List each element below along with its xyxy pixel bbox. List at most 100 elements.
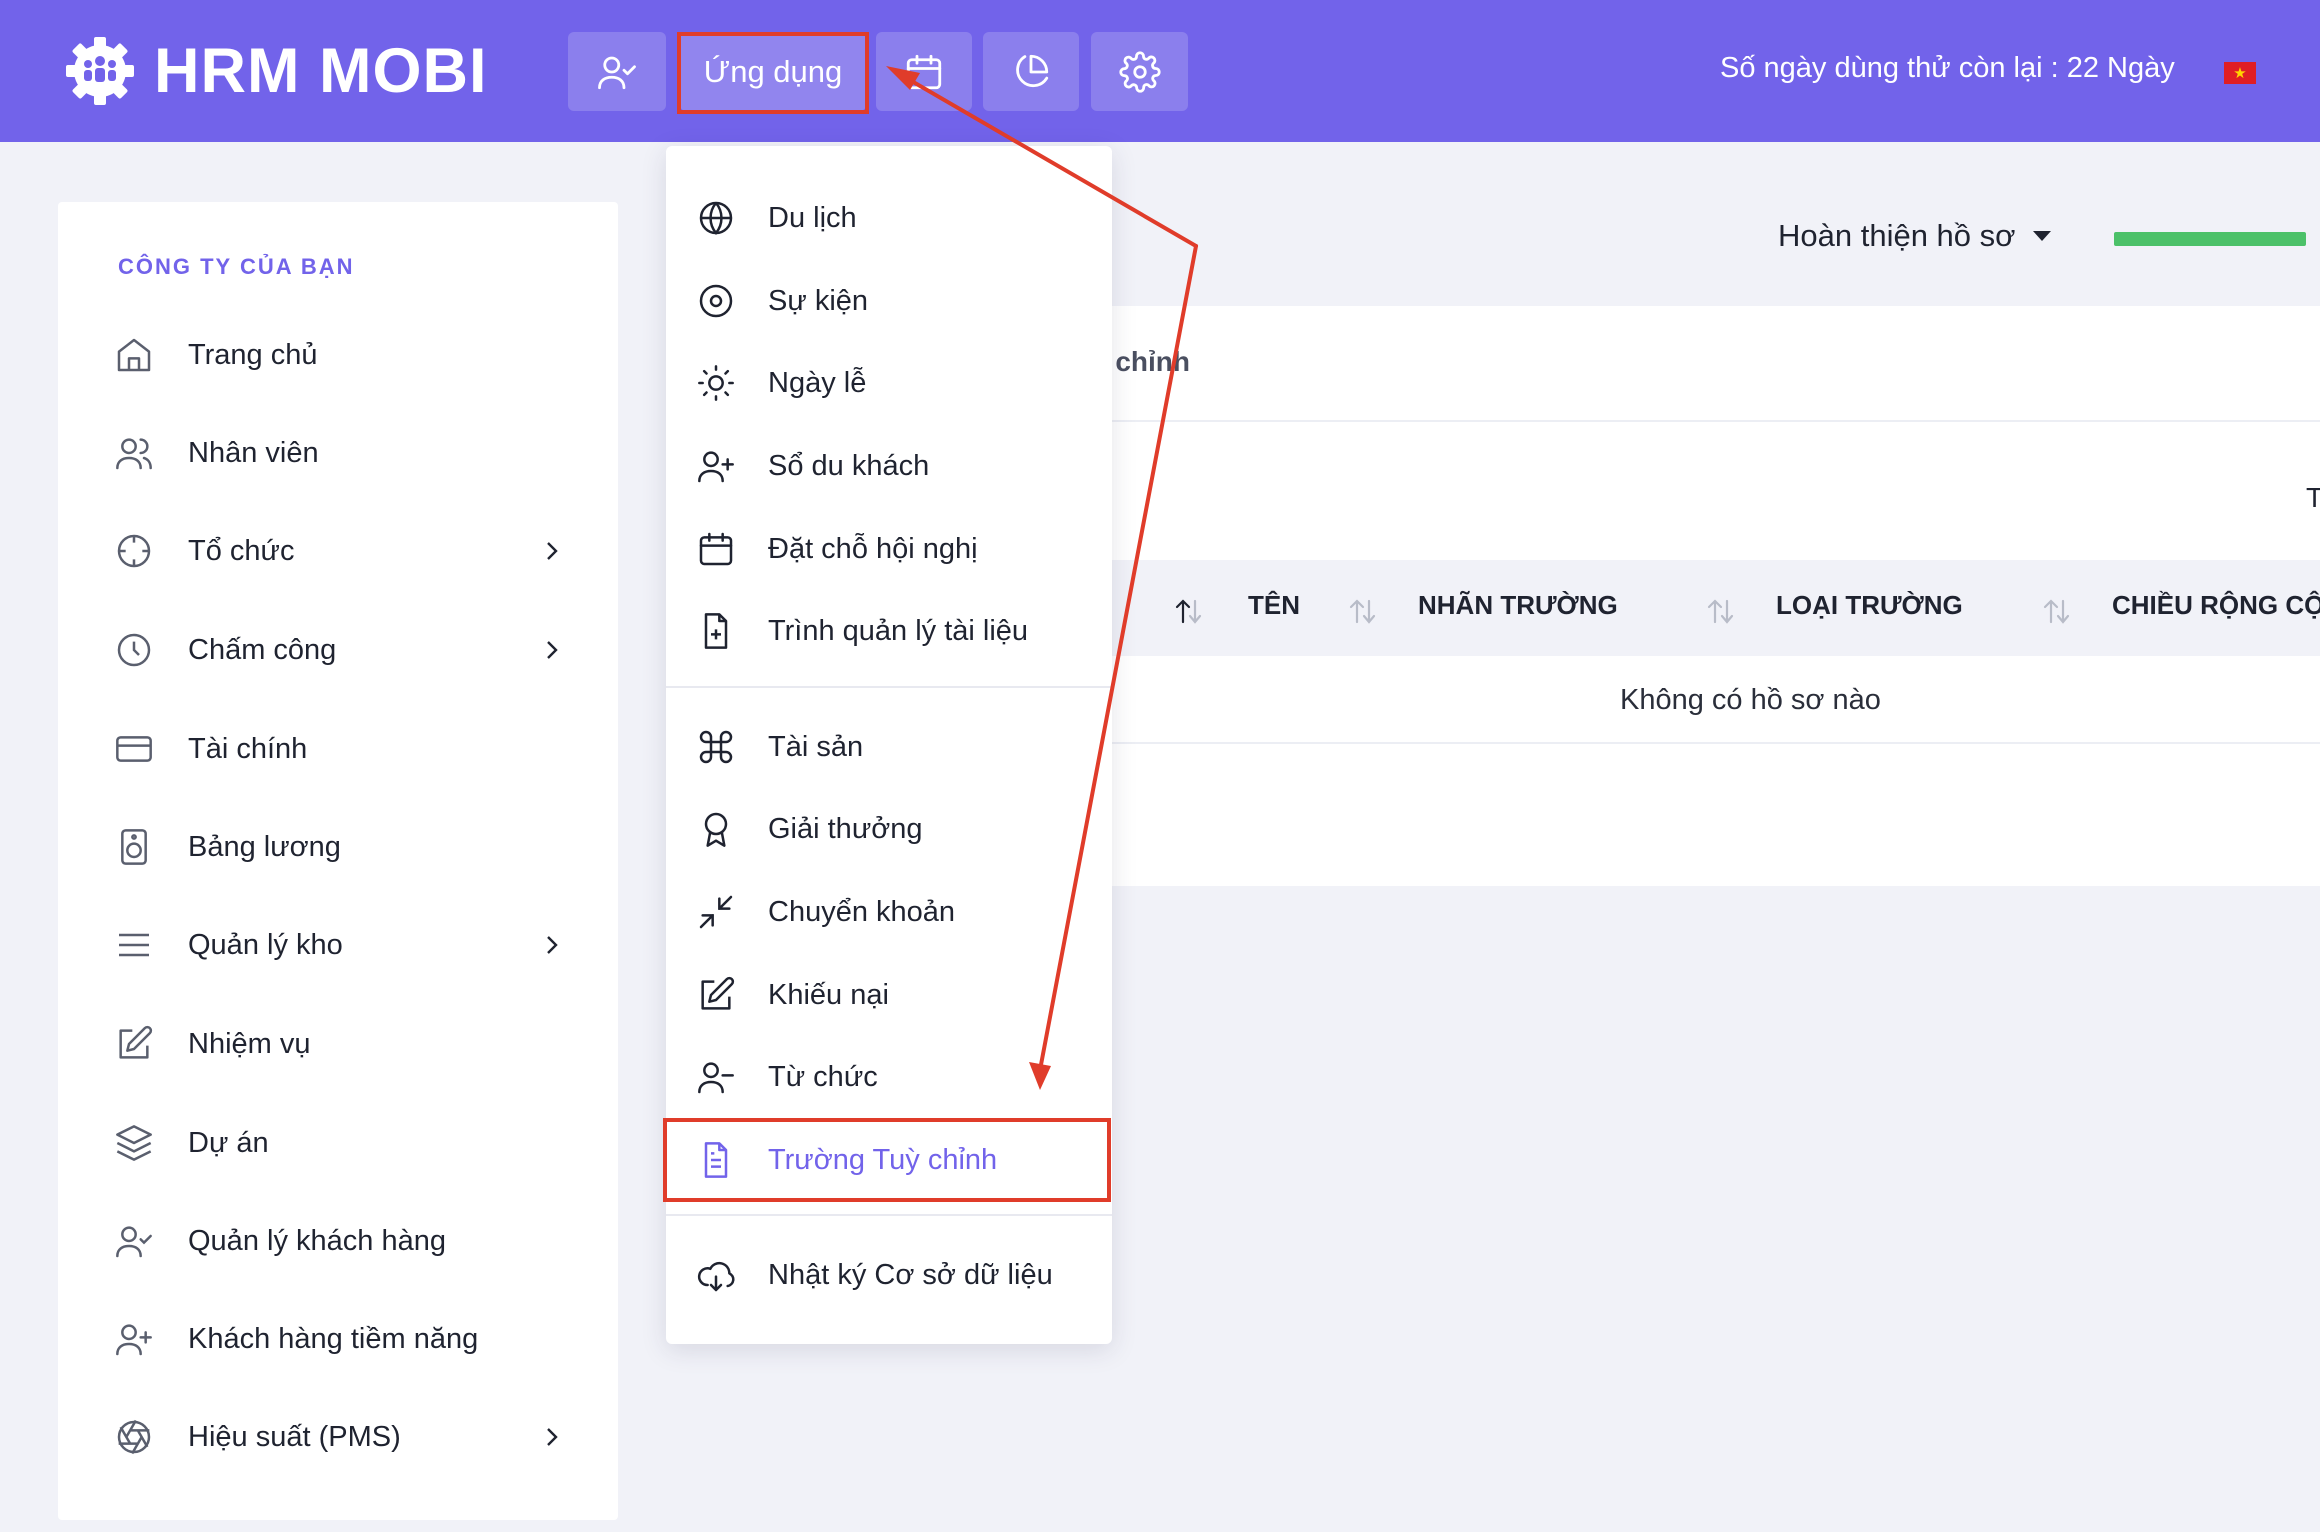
sidebar-item-payroll[interactable]: Bảng lương xyxy=(114,814,574,880)
menu-item-label: Đặt chỗ hội nghị xyxy=(768,532,978,565)
sidebar-item-label: Quản lý kho xyxy=(188,928,343,961)
command-icon xyxy=(699,730,733,764)
speaker-icon xyxy=(121,829,147,865)
sidebar-item-label: Chấm công xyxy=(188,633,337,666)
brand[interactable]: HRM MOBI xyxy=(62,36,487,106)
sort-asc-icon[interactable] xyxy=(1172,596,1206,626)
sidebar-item-home[interactable]: Trang chủ xyxy=(114,322,574,388)
menu-item-label: Sự kiện xyxy=(768,284,869,317)
toolbar-text-cut: T xyxy=(2306,482,2320,513)
column-header-column-width[interactable]: CHIỀU RỘNG CỘ xyxy=(2112,590,2320,621)
vietnam-flag-icon[interactable]: ★ xyxy=(2224,62,2256,84)
sidebar-item-organization[interactable]: Tổ chức xyxy=(114,518,574,584)
sidebar: CÔNG TY CỦA BẠN Trang chủ Nhân viên Tổ c… xyxy=(58,202,618,1520)
menu-item-transfer[interactable]: Chuyển khoản xyxy=(696,881,1086,943)
sort-icon[interactable] xyxy=(1346,596,1380,626)
sidebar-item-customers[interactable]: Quản lý khách hàng xyxy=(114,1208,574,1274)
sidebar-item-performance[interactable]: Hiệu suất (PMS) xyxy=(114,1404,574,1470)
menu-item-complaints[interactable]: Khiếu nại xyxy=(696,964,1086,1026)
user-check-icon xyxy=(598,56,636,89)
top-navbar: HRM MOBI Ứng dụng Số ngày dùng thử còn l… xyxy=(0,0,2320,142)
menu-item-label: Tài sản xyxy=(768,730,864,763)
globe-icon xyxy=(699,201,733,235)
highlight-apps-button xyxy=(677,32,869,114)
menu-item-document-manager[interactable]: Trình quản lý tài liệu xyxy=(696,600,1086,662)
menu-item-holidays[interactable]: Ngày lễ xyxy=(696,352,1086,414)
nav-employee-button[interactable] xyxy=(568,32,666,111)
sidebar-section-title: CÔNG TY CỦA BẠN xyxy=(118,254,355,279)
gear-icon xyxy=(1118,50,1161,93)
card-divider xyxy=(1060,420,2320,422)
layers-icon xyxy=(116,1125,152,1161)
trial-days-text: Số ngày dùng thử còn lại : 22 Ngày xyxy=(1720,52,2175,84)
sidebar-item-attendance[interactable]: Chấm công xyxy=(114,617,574,683)
award-icon xyxy=(704,812,728,847)
sidebar-item-inventory[interactable]: Quản lý kho xyxy=(114,912,574,978)
home-icon xyxy=(117,338,151,372)
chevron-right-icon xyxy=(547,936,558,954)
chevron-right-icon xyxy=(547,542,558,560)
menu-item-label: Ngày lễ xyxy=(768,366,867,399)
sort-icon[interactable] xyxy=(2040,596,2074,626)
disc-icon xyxy=(699,284,733,318)
menu-item-visitor-book[interactable]: Sổ du khách xyxy=(696,435,1086,497)
column-header-field-type[interactable]: LOẠI TRƯỜNG xyxy=(1776,590,1963,621)
clock-icon xyxy=(117,633,151,667)
crosshair-icon xyxy=(117,534,151,568)
caret-down-icon xyxy=(2033,231,2052,241)
sidebar-item-projects[interactable]: Dự án xyxy=(114,1110,574,1176)
menu-item-travel[interactable]: Du lịch xyxy=(696,187,1086,249)
menu-item-label: Khiếu nại xyxy=(768,978,889,1011)
sidebar-item-label: Dự án xyxy=(188,1126,269,1159)
aperture-icon xyxy=(117,1419,151,1455)
credit-card-icon xyxy=(116,736,152,762)
chevron-right-icon xyxy=(547,641,558,659)
calendar-icon xyxy=(699,532,733,566)
sidebar-item-label: Nhiệm vụ xyxy=(188,1027,311,1060)
sidebar-item-label: Khách hàng tiềm năng xyxy=(188,1322,479,1355)
highlight-custom-fields-item xyxy=(663,1118,1111,1202)
sort-icon[interactable] xyxy=(1704,596,1738,626)
column-header-name[interactable]: TÊN xyxy=(1248,590,1300,621)
empty-table-message: Không có hồ sơ nào xyxy=(1620,684,1881,716)
nav-settings-button[interactable] xyxy=(1091,32,1188,111)
nav-reports-button[interactable] xyxy=(983,32,1079,111)
menu-item-assets[interactable]: Tài sản xyxy=(696,716,1086,778)
brand-name: HRM MOBI xyxy=(154,36,488,106)
profile-progress-bar xyxy=(2114,232,2306,246)
user-check-icon xyxy=(116,1226,152,1258)
menu-item-events[interactable]: Sự kiện xyxy=(696,270,1086,332)
sidebar-item-label: Hiệu suất (PMS) xyxy=(188,1420,401,1453)
menu-item-label: Chuyển khoản xyxy=(768,895,956,928)
minimize-icon xyxy=(699,895,733,929)
sidebar-item-label: Tổ chức xyxy=(188,534,295,567)
menu-item-label: Du lịch xyxy=(768,201,857,234)
menu-item-label: Từ chức xyxy=(768,1060,878,1093)
sidebar-item-label: Quản lý khách hàng xyxy=(188,1224,446,1257)
sun-icon xyxy=(698,365,734,401)
menu-divider xyxy=(666,1214,1112,1216)
menu-item-database-log[interactable]: Nhật ký Cơ sở dữ liệu xyxy=(696,1244,1086,1306)
menu-item-resignation[interactable]: Từ chức xyxy=(696,1046,1086,1108)
profile-completion-dropdown[interactable]: Hoàn thiện hồ sơ xyxy=(1778,218,2052,254)
user-minus-icon xyxy=(698,1062,734,1094)
sidebar-item-label: Nhân viên xyxy=(188,436,319,469)
file-plus-icon xyxy=(704,613,728,649)
menu-item-awards[interactable]: Giải thưởng xyxy=(696,798,1086,860)
sidebar-item-leads[interactable]: Khách hàng tiềm năng xyxy=(114,1306,574,1372)
menu-item-label: Trình quản lý tài liệu xyxy=(768,614,1029,647)
sidebar-item-tasks[interactable]: Nhiệm vụ xyxy=(114,1011,574,1077)
menu-item-label: Sổ du khách xyxy=(768,449,930,482)
sidebar-item-employees[interactable]: Nhân viên xyxy=(114,420,574,486)
calendar-icon xyxy=(906,54,942,89)
sidebar-item-finance[interactable]: Tài chính xyxy=(114,716,574,782)
menu-item-label: Nhật ký Cơ sở dữ liệu xyxy=(768,1258,1053,1291)
pie-chart-icon xyxy=(1016,54,1049,87)
cloud-download-icon xyxy=(697,1262,735,1292)
menu-item-conference-booking[interactable]: Đặt chỗ hội nghị xyxy=(696,518,1086,580)
nav-calendar-button[interactable] xyxy=(876,32,972,111)
column-header-field-label[interactable]: NHÃN TRƯỜNG xyxy=(1418,590,1618,621)
sidebar-item-label: Trang chủ xyxy=(188,338,318,371)
user-plus-icon xyxy=(698,451,734,483)
edit-icon xyxy=(119,1025,153,1059)
